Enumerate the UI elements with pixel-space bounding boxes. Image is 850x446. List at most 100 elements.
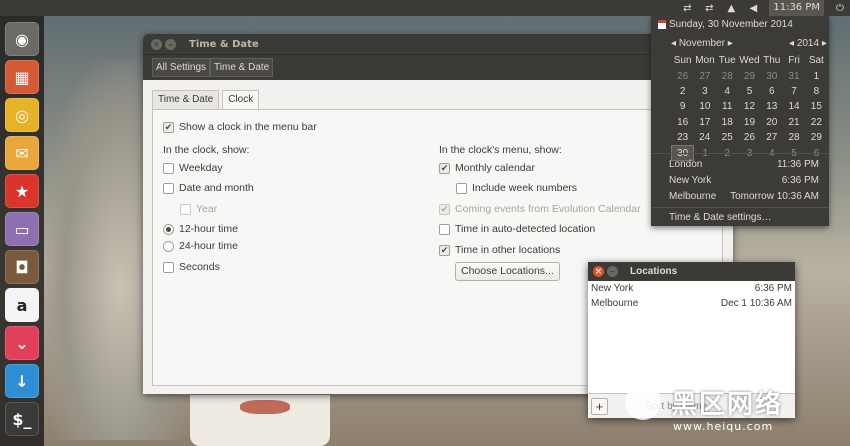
calendar-day[interactable]: 26 — [738, 130, 760, 145]
calendar-day[interactable]: 30 — [761, 68, 783, 83]
prev-month-icon[interactable]: ◂ — [671, 38, 676, 49]
calendar-day[interactable]: 14 — [783, 99, 805, 114]
calendar-day[interactable]: 5 — [738, 84, 760, 99]
calendar-day[interactable]: 6 — [761, 84, 783, 99]
calendar-day[interactable]: 2 — [672, 84, 694, 99]
calendar-day[interactable]: 13 — [761, 99, 783, 114]
checkbox-icon[interactable] — [163, 182, 174, 194]
apps-grid-icon[interactable]: ▦ — [5, 60, 39, 94]
calendar-day[interactable]: 18 — [716, 115, 738, 130]
radio-selected-icon[interactable] — [163, 223, 174, 235]
checkbox-checked-icon[interactable]: ✔ — [163, 121, 174, 133]
calendar-day[interactable]: 16 — [672, 115, 694, 130]
hour24-option[interactable]: 24-hour time — [163, 239, 238, 253]
close-icon[interactable]: ✕ — [151, 38, 162, 50]
seconds-option[interactable]: Seconds — [163, 260, 220, 274]
locations-list: New York 6:36 PM Melbourne Dec 1 10:36 A… — [588, 281, 795, 394]
date-month-option[interactable]: Date and month — [163, 181, 254, 195]
calendar-day[interactable]: 9 — [672, 99, 694, 114]
close-icon[interactable]: ✕ — [593, 266, 604, 277]
checkbox-checked-icon[interactable]: ✔ — [439, 162, 450, 174]
calendar-day[interactable]: 27 — [761, 130, 783, 145]
network-transfer-icon[interactable]: ⇄ — [703, 3, 715, 14]
checkbox-icon[interactable] — [456, 182, 467, 194]
show-clock-option[interactable]: ✔ Show a clock in the menu bar — [163, 120, 317, 134]
calendar-day[interactable]: 24 — [694, 130, 716, 145]
calendar-day[interactable]: 25 — [716, 130, 738, 145]
location-row-new-york[interactable]: New York 6:36 PM — [669, 175, 819, 186]
menu-separator — [651, 207, 829, 208]
checkbox-icon[interactable] — [163, 162, 174, 174]
calendar-day[interactable]: 27 — [694, 68, 716, 83]
calendar-day[interactable]: 12 — [738, 99, 760, 114]
calendar-day[interactable]: 7 — [783, 84, 805, 99]
calendar-day[interactable]: 17 — [694, 115, 716, 130]
monthly-calendar-label: Monthly calendar — [455, 162, 535, 174]
clock-indicator[interactable]: 11:36 PM — [769, 0, 824, 16]
calendar-day[interactable]: 4 — [716, 84, 738, 99]
calendar-day[interactable]: 19 — [738, 115, 760, 130]
amazon-icon[interactable]: a — [5, 288, 39, 322]
checkbox-checked-icon[interactable]: ✔ — [439, 244, 450, 256]
volume-icon[interactable]: ◀ — [747, 3, 759, 14]
calendar-day[interactable]: 15 — [805, 99, 827, 114]
time-date-settings-item[interactable]: Time & Date settings… — [669, 212, 819, 223]
location-row-london[interactable]: London 11:36 PM — [669, 159, 819, 170]
hour12-option[interactable]: 12-hour time — [163, 222, 238, 236]
notification-icon[interactable]: ▲ — [725, 3, 737, 14]
date-header[interactable]: Sunday, 30 November 2014 — [669, 19, 793, 30]
calendar-day[interactable]: 3 — [694, 84, 716, 99]
weekday-label: Fri — [788, 55, 800, 67]
calendar-day[interactable]: 23 — [672, 130, 694, 145]
folder-icon[interactable]: ▭ — [5, 212, 39, 246]
choose-locations-button[interactable]: Choose Locations... — [455, 262, 560, 281]
breadcrumb-all-settings[interactable]: All Settings — [152, 58, 211, 77]
weekday-option[interactable]: Weekday — [163, 161, 223, 175]
breadcrumb-time-date[interactable]: Time & Date — [210, 58, 274, 77]
auto-location-option[interactable]: Time in auto-detected location — [439, 222, 595, 236]
instagram-icon[interactable]: ◘ — [5, 250, 39, 284]
list-item[interactable]: Melbourne Dec 1 10:36 AM — [588, 296, 795, 311]
network-transfer-icon[interactable]: ⇄ — [681, 3, 693, 14]
show-clock-label: Show a clock in the menu bar — [179, 121, 317, 133]
calendar-day[interactable]: 10 — [694, 99, 716, 114]
calendar-day[interactable]: 31 — [783, 68, 805, 83]
checkbox-icon[interactable] — [439, 223, 450, 235]
calendar-day[interactable]: 28 — [783, 130, 805, 145]
calendar-day[interactable]: 26 — [672, 68, 694, 83]
mail-icon[interactable]: ✉ — [5, 136, 39, 170]
week-numbers-label: Include week numbers — [472, 182, 578, 194]
calendar-day[interactable]: 29 — [805, 130, 827, 145]
radio-icon[interactable] — [163, 240, 174, 252]
ubuntu-dash-icon[interactable]: ◉ — [5, 22, 39, 56]
pocket-icon[interactable]: ⌄ — [5, 326, 39, 360]
terminal-icon[interactable]: $_ — [5, 402, 39, 436]
checkbox-icon[interactable] — [163, 261, 174, 273]
download-icon[interactable]: ↓ — [5, 364, 39, 398]
list-item[interactable]: New York 6:36 PM — [588, 281, 795, 296]
minimize-icon[interactable]: – — [165, 38, 176, 50]
chrome-icon[interactable]: ◎ — [5, 98, 39, 132]
evolution-events-option: ✔ Coming events from Evolution Calendar — [439, 202, 641, 216]
location-row-melbourne[interactable]: Melbourne Tomorrow 10:36 AM — [669, 191, 819, 202]
calendar-day[interactable]: 22 — [805, 115, 827, 130]
calendar-day[interactable]: 1 — [805, 68, 827, 83]
star-app-icon[interactable]: ★ — [5, 174, 39, 208]
minimize-icon[interactable]: – — [607, 266, 618, 277]
tab-clock[interactable]: Clock — [222, 90, 260, 109]
calendar-day[interactable]: 29 — [738, 68, 760, 83]
other-locations-option[interactable]: ✔ Time in other locations — [439, 243, 560, 257]
calendar-day[interactable]: 28 — [716, 68, 738, 83]
next-month-icon[interactable]: ▸ — [728, 38, 733, 49]
calendar-day[interactable]: 11 — [716, 99, 738, 114]
prev-year-icon[interactable]: ◂ — [789, 38, 794, 49]
next-year-icon[interactable]: ▸ — [822, 38, 827, 49]
tab-time-date[interactable]: Time & Date — [152, 90, 220, 109]
week-numbers-option[interactable]: Include week numbers — [456, 181, 577, 195]
add-location-button[interactable]: + — [591, 397, 608, 415]
power-icon[interactable]: ⏻ — [834, 3, 846, 14]
calendar-day[interactable]: 21 — [783, 115, 805, 130]
calendar-day[interactable]: 20 — [761, 115, 783, 130]
calendar-day[interactable]: 8 — [805, 84, 827, 99]
monthly-calendar-option[interactable]: ✔ Monthly calendar — [439, 161, 535, 175]
